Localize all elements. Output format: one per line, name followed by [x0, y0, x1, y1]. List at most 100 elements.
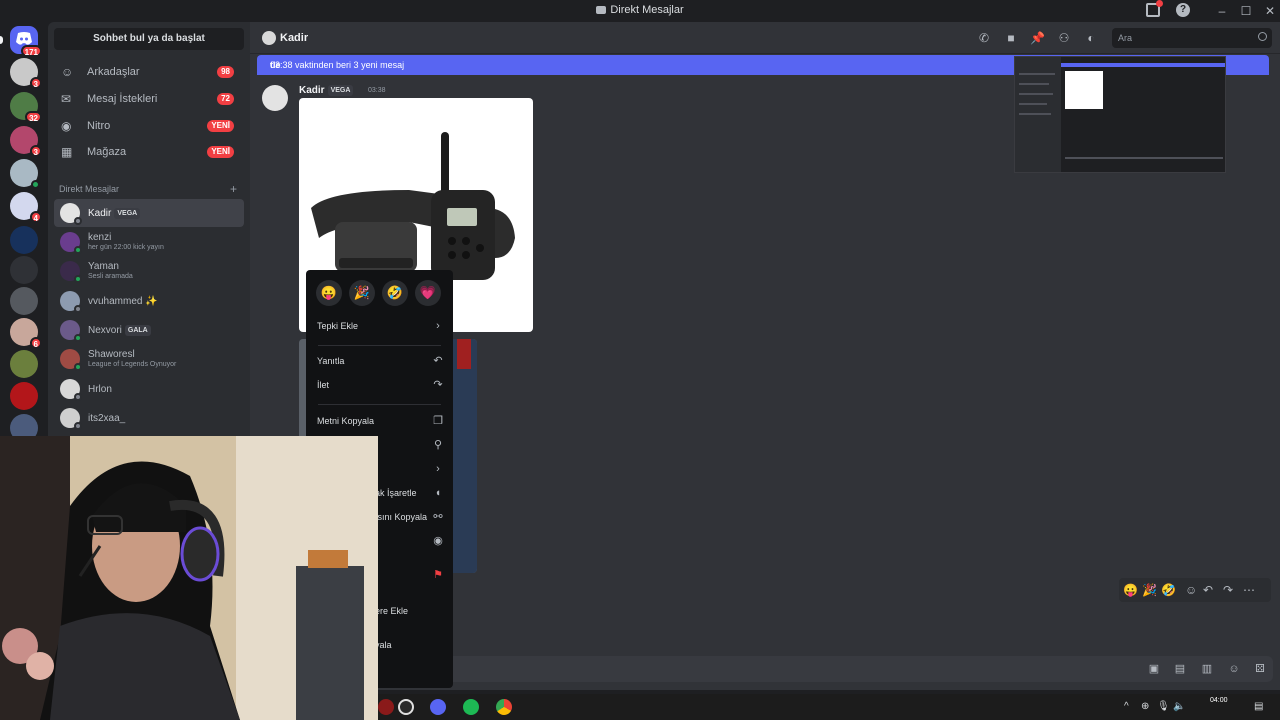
chevron-right-icon: ›: [436, 320, 440, 332]
menu-reply[interactable]: Yanıtla ↶: [312, 352, 447, 372]
chevron-right-icon: ›: [436, 463, 440, 475]
dm-section-header: Direkt Mesajlar: [59, 184, 120, 194]
reply-icon: ↶: [433, 355, 443, 367]
reaction-row: 😛 🎉 🤣 💗: [316, 280, 444, 306]
selected-pill: [0, 36, 3, 44]
clan-tag: GALA: [124, 325, 151, 336]
network-icon[interactable]: ⊕: [1141, 700, 1149, 714]
chat-title: Kadir: [280, 32, 309, 44]
help-icon[interactable]: ?: [1176, 3, 1190, 17]
home-button[interactable]: 171: [10, 26, 42, 57]
reaction-button[interactable]: 🎉: [349, 280, 375, 306]
more-icon[interactable]: ⋯: [1243, 583, 1255, 597]
discord-app-icon[interactable]: [430, 699, 446, 715]
server-icon[interactable]: 3: [10, 126, 42, 157]
reaction-button[interactable]: 💗: [415, 280, 441, 306]
quick-reaction-button[interactable]: 🎉: [1142, 583, 1157, 597]
search-box[interactable]: [1112, 28, 1272, 48]
discord-window: Direkt Mesajlar ? – ☐ ✕ 171 3 32 3 4 6 S…: [0, 0, 1280, 720]
clan-tag: VEGA: [327, 85, 354, 96]
add-friends-icon[interactable]: ⚇: [1057, 31, 1071, 45]
dm-item-kadir[interactable]: Kadir VEGA: [54, 199, 244, 227]
window-title: Direkt Mesajlar: [0, 4, 1280, 16]
pin-icon: ⚲: [433, 439, 443, 451]
video-call-icon[interactable]: ■: [1004, 31, 1018, 45]
taskbar-clock[interactable]: 04:00: [1210, 696, 1228, 705]
server-icon[interactable]: 3: [10, 58, 42, 89]
microphone-icon[interactable]: 🎙: [1157, 700, 1170, 714]
close-button[interactable]: ✕: [1262, 3, 1278, 19]
inbox-icon[interactable]: [1146, 0, 1163, 17]
avatar: [60, 379, 82, 401]
avatar: [60, 232, 82, 254]
chevron-up-icon[interactable]: ^: [1124, 700, 1129, 714]
dm-item-its2xaa[interactable]: its2xaa_: [54, 404, 244, 432]
nav-message-requests[interactable]: ✉ Mesaj İstekleri 72: [54, 87, 244, 111]
dm-item-nexvori[interactable]: Nexvori GALA: [54, 316, 244, 344]
flag-icon: ⚑: [433, 569, 443, 581]
add-reaction-icon[interactable]: ☺: [1185, 583, 1197, 597]
message-avatar[interactable]: [262, 85, 288, 111]
notification-icon[interactable]: ▤: [1254, 700, 1263, 714]
search-input[interactable]: [1118, 31, 1248, 45]
server-icon[interactable]: 6: [10, 318, 42, 349]
voice-call-icon[interactable]: ✆: [977, 31, 991, 45]
menu-copy-text[interactable]: Metni Kopyala ❐: [312, 412, 447, 432]
sticker-icon[interactable]: ▥: [1200, 662, 1214, 676]
pin-icon[interactable]: 📌: [1030, 31, 1045, 45]
webcam-overlay: [0, 436, 378, 720]
menu-forward[interactable]: İlet ↷: [312, 376, 447, 396]
volume-icon[interactable]: 🔈: [1173, 700, 1185, 714]
gif-icon[interactable]: ▤: [1173, 662, 1187, 676]
profile-icon[interactable]: ◐: [1084, 31, 1098, 45]
nav-nitro[interactable]: ◉ Nitro YENİ: [54, 114, 244, 138]
reaction-button[interactable]: 🤣: [382, 280, 408, 306]
maximize-button[interactable]: ☐: [1238, 3, 1254, 19]
nav-friends[interactable]: ☺ Arkadaşlar 98: [54, 60, 244, 84]
friends-icon: ☺: [61, 65, 74, 79]
reaction-button[interactable]: 😛: [316, 280, 342, 306]
spotify-app-icon[interactable]: [463, 699, 479, 715]
mail-icon: ✉: [61, 92, 72, 106]
forward-icon: ↷: [433, 379, 443, 391]
header-avatar: [262, 31, 276, 45]
dm-item-kenzi[interactable]: kenzi her gün 22:00 kick yayın: [54, 228, 244, 256]
create-dm-plus-icon[interactable]: +: [230, 182, 237, 196]
dm-item-shaworesl[interactable]: Shaworesl League of Legends Oynuyor: [54, 345, 244, 373]
message-hover-toolbar: 😛 🎉 🤣 ☺ ↶ ↷ ⋯: [1119, 578, 1271, 602]
link-icon: ⚯: [433, 511, 443, 523]
minimize-button[interactable]: –: [1214, 3, 1230, 19]
dm-icon: [596, 6, 607, 14]
avatar: [60, 203, 82, 225]
server-icon[interactable]: [10, 287, 38, 315]
quick-reaction-button[interactable]: 😛: [1123, 583, 1138, 597]
chrome-app-icon[interactable]: [496, 699, 512, 715]
emoji-icon[interactable]: ☺: [1227, 662, 1241, 676]
dm-item-vvuhammed[interactable]: vvuhammed ✨: [54, 287, 244, 315]
gift-icon[interactable]: ▣: [1147, 662, 1161, 676]
dm-item-yaman[interactable]: Yaman Sesli aramada: [54, 257, 244, 285]
server-icon[interactable]: 4: [10, 192, 42, 223]
message-timestamp: 03:38: [368, 87, 386, 94]
server-icon[interactable]: 32: [10, 92, 42, 123]
chat-header: Kadir ✆ ■ 📌 ⚇ ◐: [250, 22, 1280, 54]
server-icon[interactable]: [10, 350, 38, 378]
apps-icon[interactable]: ⚄: [1253, 662, 1267, 676]
menu-add-reaction[interactable]: Tepki Ekle ›: [312, 317, 447, 337]
title-bar: Direkt Mesajlar ? – ☐ ✕: [0, 0, 1280, 22]
quick-reaction-button[interactable]: 🤣: [1161, 583, 1176, 597]
taskbar-app-icon[interactable]: [378, 699, 394, 715]
shop-icon: ▦: [61, 145, 73, 159]
avatar: [60, 291, 82, 313]
message-author[interactable]: Kadir VEGA: [299, 85, 354, 96]
forward-icon[interactable]: ↷: [1223, 583, 1233, 597]
server-icon[interactable]: [10, 226, 38, 254]
dm-item-hrlon[interactable]: Hrlon: [54, 375, 244, 403]
nav-shop[interactable]: ▦ Mağaza YENİ: [54, 140, 244, 164]
reply-icon[interactable]: ↶: [1203, 583, 1213, 597]
obs-app-icon[interactable]: [398, 699, 414, 715]
find-conversation-button[interactable]: Sohbet bul ya da başlat: [54, 28, 244, 50]
server-icon[interactable]: [10, 159, 40, 189]
server-icon[interactable]: [10, 382, 38, 410]
server-icon[interactable]: [10, 256, 38, 284]
